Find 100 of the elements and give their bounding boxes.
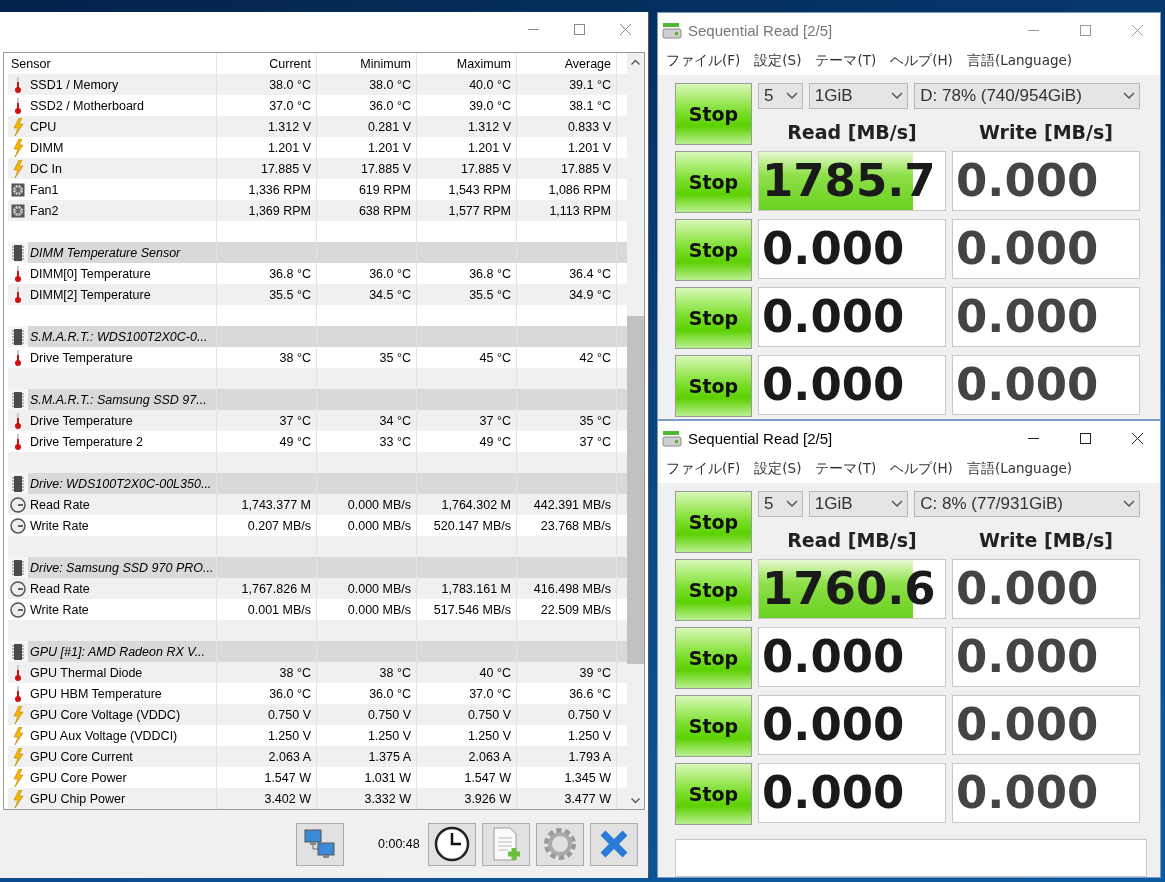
table-cell: 3.477 W (517, 788, 617, 809)
write-value: 0.000 (955, 630, 1099, 683)
stop-button[interactable]: Stop (675, 491, 752, 553)
runs-select[interactable]: 5 (758, 83, 803, 109)
clock-icon (433, 826, 470, 862)
stop-button[interactable]: Stop (675, 763, 752, 825)
stop-button[interactable]: Stop (675, 287, 752, 349)
close-icon (619, 23, 631, 35)
chip-icon (12, 328, 24, 345)
chip-icon (12, 559, 24, 576)
sensor-name: GPU Chip Power (28, 788, 217, 809)
thermometer-icon (15, 685, 21, 702)
settings-icon (541, 826, 578, 862)
gauge-icon (10, 601, 26, 618)
write-value: 0.000 (955, 766, 1099, 819)
window-title: Sequential Read [2/5] (688, 21, 834, 39)
drive-icon (662, 21, 682, 39)
menu-item[interactable]: ヘルプ(H) (890, 52, 953, 70)
scroll-down-icon[interactable] (631, 797, 640, 804)
menu-item[interactable]: テーマ(T) (815, 52, 877, 70)
write-value: 0.000 (955, 358, 1099, 411)
close-icon (1131, 24, 1143, 36)
menu-item[interactable]: ファイル(F) (666, 460, 741, 478)
network-button[interactable] (296, 822, 344, 866)
menu-item[interactable]: 言語(Language) (966, 52, 1073, 70)
chip-icon (12, 391, 24, 408)
elapsed-time: 0:00:48 (378, 837, 420, 851)
chevron-icon (785, 92, 798, 100)
write-value: 0.000 (955, 698, 1099, 751)
lightning-icon (12, 138, 24, 157)
chevron-icon (1123, 500, 1135, 508)
thermometer-icon (15, 265, 21, 282)
chevron-icon (785, 500, 798, 508)
scroll-thumb[interactable] (627, 316, 644, 664)
maximize-icon (1079, 24, 1091, 36)
lightning-icon (12, 159, 24, 178)
table-cell: 3.332 W (317, 788, 417, 809)
exit-button[interactable] (589, 822, 638, 866)
write-value: 0.000 (955, 562, 1099, 615)
thermometer-icon (15, 664, 21, 681)
log-button[interactable] (481, 822, 530, 866)
lightning-icon (12, 768, 24, 787)
thermometer-icon (15, 286, 21, 303)
stop-button[interactable]: Stop (675, 83, 752, 145)
menu-item[interactable]: ファイル(F) (666, 52, 741, 70)
stop-button[interactable]: Stop (675, 355, 752, 417)
menu-item[interactable]: テーマ(T) (815, 460, 877, 478)
read-value: 0.000 (761, 358, 905, 411)
drive-select[interactable]: C: 8% (77/931GiB) (914, 491, 1140, 517)
chip-icon (12, 643, 24, 660)
gauge-icon (10, 517, 26, 534)
chevron-icon (1123, 92, 1135, 100)
settings-button[interactable] (535, 822, 584, 866)
chevron-icon (891, 92, 904, 100)
menu-item[interactable]: 設定(S) (754, 460, 802, 478)
read-value: 0.000 (761, 766, 905, 819)
lightning-icon (12, 789, 24, 808)
stop-button[interactable]: Stop (675, 559, 752, 621)
fan-icon (11, 203, 25, 218)
stop-button[interactable]: Stop (675, 151, 752, 213)
write-value: 0.000 (955, 154, 1099, 207)
maximize-icon (1079, 432, 1091, 444)
read-value: 0.000 (761, 290, 905, 343)
timer-button[interactable] (427, 822, 476, 866)
write-header: Write [MB/s] (977, 121, 1115, 143)
menu-item[interactable]: ヘルプ(H) (890, 460, 953, 478)
size-select[interactable]: 1GiB (808, 83, 909, 109)
read-header: Read [MB/s] (786, 121, 918, 143)
menu-item[interactable]: 設定(S) (754, 52, 802, 70)
monitors-icon (303, 828, 337, 860)
thermometer-icon (15, 412, 21, 429)
menu-item[interactable]: 言語(Language) (966, 460, 1073, 478)
thermometer-icon (15, 349, 21, 366)
drive-select[interactable]: D: 78% (740/954GiB) (914, 83, 1140, 109)
lightning-icon (12, 117, 24, 136)
read-header: Read [MB/s] (786, 529, 918, 551)
stop-button[interactable]: Stop (675, 627, 752, 689)
write-value: 0.000 (955, 222, 1099, 275)
read-value: 0.000 (761, 222, 905, 275)
close-icon (1131, 432, 1143, 444)
runs-select[interactable]: 5 (758, 491, 803, 517)
write-header: Write [MB/s] (977, 529, 1115, 551)
lightning-icon (12, 747, 24, 766)
read-value: 0.000 (761, 630, 905, 683)
thermometer-icon (15, 76, 21, 93)
chevron-icon (891, 500, 904, 508)
read-value: 0.000 (761, 698, 905, 751)
window-title: Sequential Read [2/5] (688, 429, 834, 447)
stop-button[interactable]: Stop (675, 219, 752, 281)
stop-button[interactable]: Stop (675, 695, 752, 757)
chip-icon (12, 244, 24, 261)
comment-field[interactable] (675, 839, 1147, 877)
scroll-up-icon[interactable] (631, 58, 640, 65)
size-select[interactable]: 1GiB (808, 491, 909, 517)
maximize-icon (573, 23, 585, 35)
drive-icon (662, 429, 682, 447)
thermometer-icon (15, 97, 21, 114)
write-value: 0.000 (955, 290, 1099, 343)
scrollbar[interactable] (627, 53, 644, 809)
fan-icon (11, 182, 25, 197)
